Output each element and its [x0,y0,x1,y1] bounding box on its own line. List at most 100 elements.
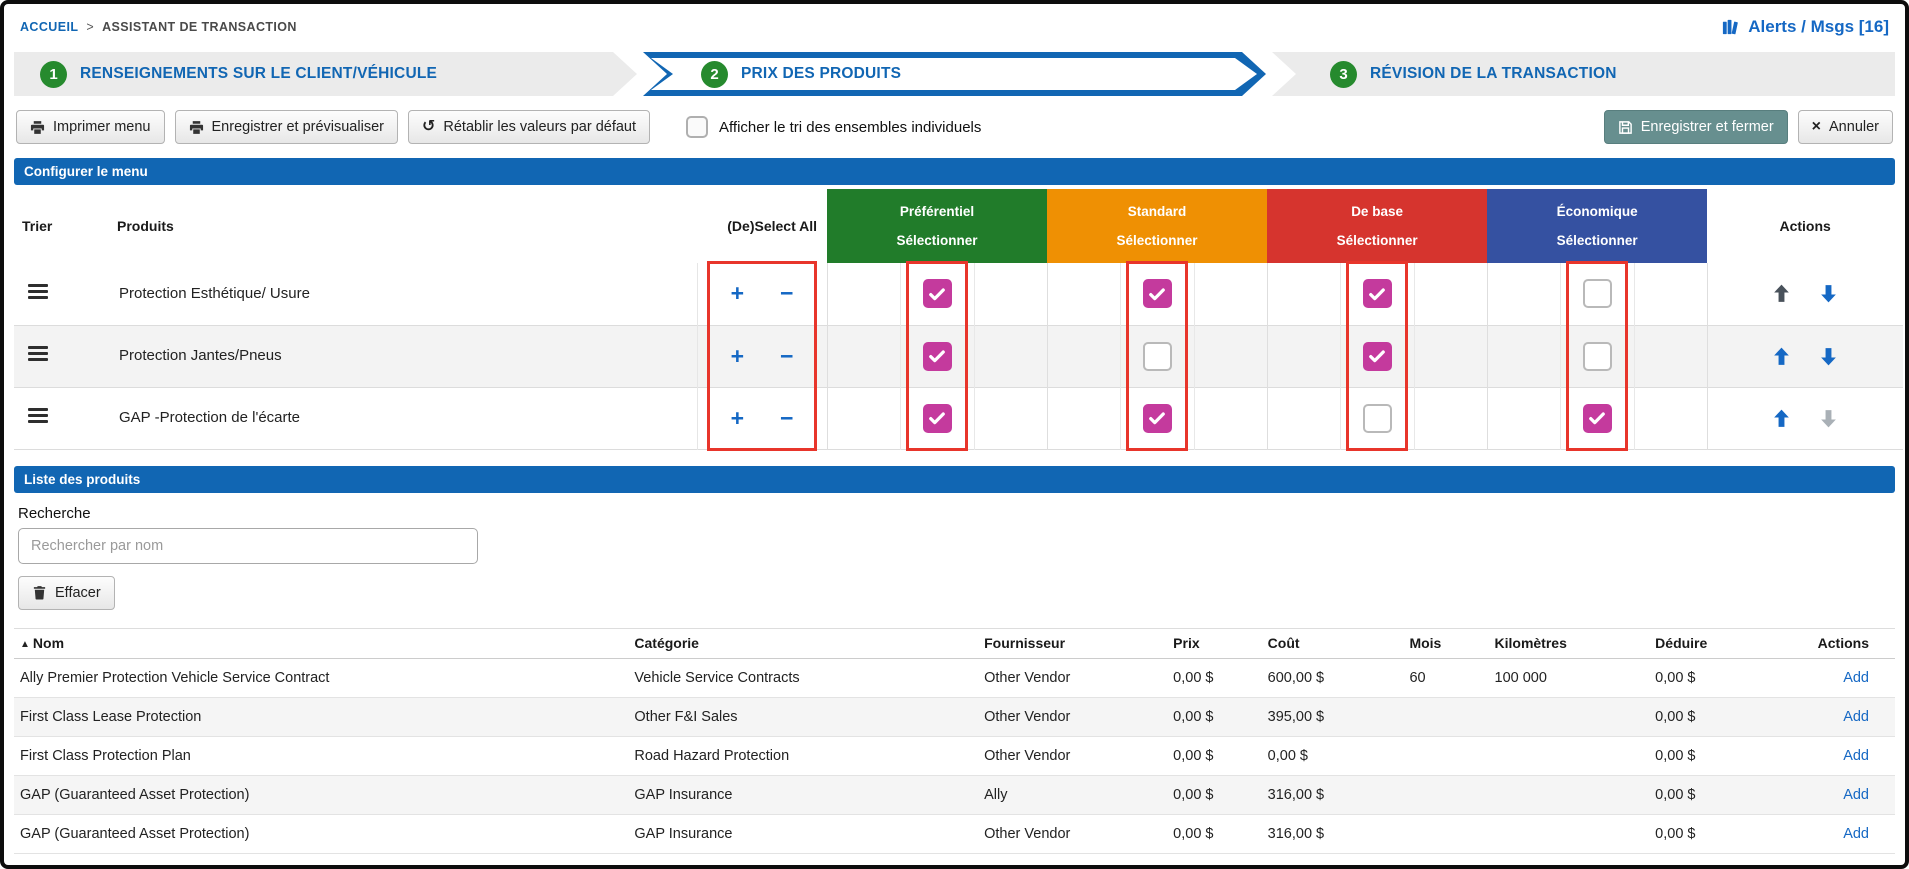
checkbox-economique[interactable] [1582,341,1612,371]
check-icon [1149,288,1165,300]
select-all-plus-button[interactable]: + [731,282,744,305]
step-content: 1 RENSEIGNEMENTS SUR LE CLIENT/VÉHICULE [14,52,637,96]
checkbox-preferentiel[interactable] [922,341,952,371]
tier-select-all-label[interactable]: Sélectionner [1557,233,1638,248]
add-product-link[interactable]: Add [1843,826,1869,842]
move-up-button[interactable] [1771,346,1792,367]
drag-handle-icon[interactable] [28,343,48,364]
check-icon [929,412,945,425]
config-row: Protection Jantes/Pneus + − [14,325,1904,387]
products-column-header-mois[interactable]: Mois [1403,627,1489,659]
checkbox-economique[interactable] [1582,279,1612,309]
add-product-link[interactable]: Add [1843,787,1869,803]
tier-select-all-label[interactable]: Sélectionner [897,233,978,248]
deselect-all-minus-button[interactable]: − [780,344,793,368]
checkbox-standard[interactable] [1142,341,1172,371]
tier-name-label: De base [1351,203,1403,219]
column-header-actions: Actions [1779,218,1831,234]
checkbox-standard[interactable] [1142,279,1172,309]
check-icon [1149,412,1165,425]
products-column-header-actions[interactable]: Actions [1790,627,1895,659]
cell-fournisseur: Other Vendor [984,669,1071,686]
checkbox-preferentiel[interactable] [922,403,952,433]
drag-handle-icon[interactable] [28,281,48,302]
product-row: Ally Premier Protection Vehicle Service … [14,658,1895,697]
breadcrumb-home-link[interactable]: ACCUEIL [20,20,78,34]
tier-select-all-label[interactable]: Sélectionner [1337,233,1418,248]
move-down-button[interactable] [1818,346,1839,367]
add-product-link[interactable]: Add [1843,709,1869,725]
select-all-plus-button[interactable]: + [731,406,744,430]
search-label: Recherche [18,504,91,522]
save-close-label: Enregistrer et fermer [1640,119,1774,135]
reset-defaults-button[interactable]: ↺ Rétablir les valeurs par défaut [407,110,651,144]
clear-row: Effacer [18,575,1891,610]
cell-mois [1403,814,1488,853]
products-column-header-deduire[interactable]: Déduire [1649,627,1791,659]
move-up-button[interactable] [1771,283,1792,304]
products-column-header-kilometres[interactable]: Kilomètres [1488,627,1650,659]
product-row: First Class Lease Protection Other F&I Sa… [14,697,1895,736]
individual-sort-checkbox[interactable] [686,116,709,138]
save-preview-button[interactable]: Enregistrer et prévisualiser [174,110,398,144]
products-column-header-categorie[interactable]: Catégorie [628,627,979,659]
add-product-link[interactable]: Add [1843,748,1869,764]
cancel-label: Annuler [1829,119,1879,135]
cell-prix: 0,00 $ [1173,747,1214,764]
tier-select-all-label[interactable]: Sélectionner [1117,233,1198,248]
close-icon: × [1811,118,1822,135]
checkbox-de-base[interactable] [1362,341,1392,371]
product-row: GAP (Guaranteed Asset Protection) GAP Ins… [14,775,1895,814]
print-menu-button[interactable]: Imprimer menu [16,110,165,144]
save-close-button[interactable]: Enregistrer et fermer [1603,110,1788,144]
step-number-badge: 1 [40,60,67,88]
cell-prix: 0,00 $ [1173,708,1214,725]
search-input[interactable] [18,527,478,564]
deselect-all-minus-button[interactable]: − [780,406,793,430]
cell-categorie: GAP Insurance [634,786,733,803]
tier-header-block: Préférentiel Sélectionner [827,189,1048,263]
check-icon [929,288,945,300]
tier-header-standard: Standard Sélectionner [1047,189,1268,263]
add-product-link[interactable]: Add [1843,670,1869,686]
cell-prix: 0,00 $ [1173,669,1214,686]
alerts-msgs-link[interactable]: Alerts / Msgs [16] [1721,17,1889,37]
move-up-button[interactable] [1771,408,1792,429]
cell-cout: 316,00 $ [1267,825,1325,842]
wizard-step-1[interactable]: 1 RENSEIGNEMENTS SUR LE CLIENT/VÉHICULE [14,52,637,96]
individual-sort-label: Afficher le tri des ensembles individuel… [719,118,982,136]
check-icon [1369,350,1385,363]
product-list-title: Liste des produits [14,465,1895,493]
products-column-header-cout[interactable]: Coût [1261,627,1404,659]
trash-icon [33,586,46,600]
select-all-plus-button[interactable]: + [731,344,744,368]
products-column-header-nom[interactable]: ▲ Nom [14,627,629,659]
configure-menu-title: Configurer le menu [14,158,1895,185]
checkbox-de-base[interactable] [1362,279,1392,309]
cell-categorie: Vehicle Service Contracts [634,669,800,686]
cell-nom: GAP (Guaranteed Asset Protection) [20,786,250,803]
wizard-step-2[interactable]: 2 PRIX DES PRODUITS [643,52,1266,96]
product-list-table: ▲ Nom Catégorie Fournisseur Prix Coût Mois Kilo… [14,627,1895,854]
checkbox-standard[interactable] [1142,403,1172,433]
products-column-header-fournisseur[interactable]: Fournisseur [978,627,1168,659]
tier-header-block: Économique Sélectionner [1487,189,1708,263]
drag-handle-icon[interactable] [28,405,48,426]
move-down-button[interactable] [1818,283,1839,304]
cancel-button[interactable]: × Annuler [1797,110,1893,144]
checkbox-economique[interactable] [1582,403,1612,433]
move-down-button[interactable] [1818,408,1839,429]
products-column-header-prix[interactable]: Prix [1167,627,1262,659]
checkbox-preferentiel[interactable] [922,279,952,309]
tier-name-label: Préférentiel [899,203,975,219]
config-row: GAP -Protection de l'écarte + − [14,387,1904,449]
cell-cout: 600,00 $ [1267,669,1325,686]
arrow-up-icon [1774,409,1790,427]
deselect-all-minus-button[interactable]: − [780,282,793,305]
product-row: GAP (Guaranteed Asset Protection) GAP Ins… [14,814,1895,853]
clear-button[interactable]: Effacer [18,575,115,610]
wizard-step-3[interactable]: 3 RÉVISION DE LA TRANSACTION [1272,52,1895,96]
breadcrumb-current: ASSISTANT DE TRANSACTION [102,20,297,34]
wizard-steps: 1 RENSEIGNEMENTS SUR LE CLIENT/VÉHICULE 2 P… [4,50,1905,104]
checkbox-de-base[interactable] [1362,403,1392,433]
